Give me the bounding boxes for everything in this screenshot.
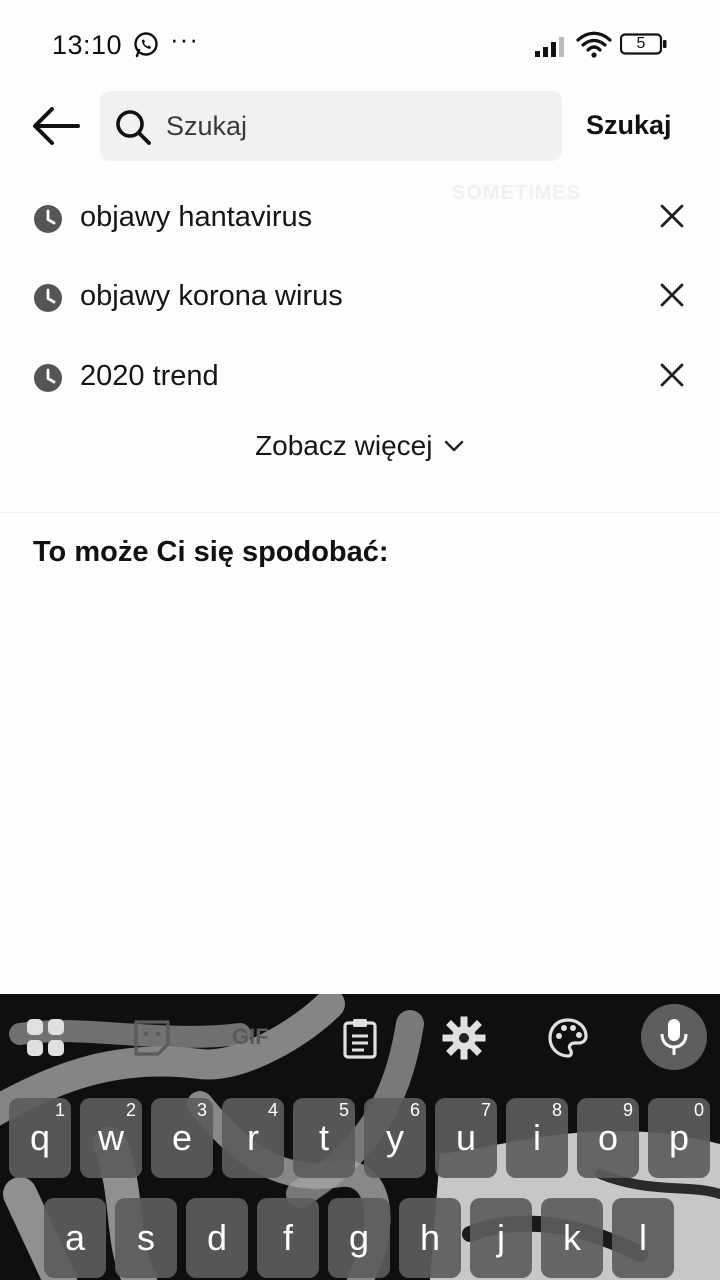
key-t[interactable]: t5: [293, 1098, 355, 1178]
key-number: 1: [54, 1100, 65, 1120]
key-label: a: [64, 1217, 86, 1258]
history-item-label: objawy korona wirus: [80, 280, 343, 312]
history-item[interactable]: objawy hantavirus: [0, 180, 720, 260]
key-label: f: [282, 1217, 293, 1258]
key-label: d: [206, 1217, 228, 1258]
voice-input-button[interactable]: [641, 1004, 707, 1070]
key-e[interactable]: e3: [151, 1098, 213, 1178]
clipboard-icon[interactable]: [338, 1016, 382, 1060]
divider: [0, 512, 720, 513]
key-k[interactable]: k: [541, 1198, 603, 1278]
key-number: 8: [551, 1100, 562, 1120]
history-item-label: objawy hantavirus: [80, 201, 313, 233]
battery-icon: 5: [620, 33, 668, 55]
key-i[interactable]: i8: [506, 1098, 568, 1178]
clock-icon: [34, 205, 62, 233]
key-number: 2: [125, 1100, 136, 1120]
key-w[interactable]: w2: [80, 1098, 142, 1178]
key-number: 3: [196, 1100, 207, 1120]
key-number: 9: [622, 1100, 633, 1120]
palette-icon[interactable]: [546, 1016, 590, 1060]
key-label: s: [137, 1217, 155, 1258]
battery-level: 5: [636, 35, 646, 52]
status-time: 13:10: [52, 30, 123, 60]
microphone-icon: [660, 1019, 688, 1055]
keyboard: GIF q1 w2 e3 r4 t5 y6 u7 i8 o9 p0 a s d …: [0, 994, 720, 1280]
settings-gear-icon[interactable]: [442, 1016, 486, 1060]
search-icon: [116, 110, 151, 145]
back-arrow-icon[interactable]: [30, 104, 82, 148]
close-icon[interactable]: [656, 200, 688, 232]
clock-icon: [34, 364, 62, 392]
key-h[interactable]: h: [399, 1198, 461, 1278]
gif-button[interactable]: GIF: [232, 1024, 269, 1050]
search-input[interactable]: [166, 91, 546, 161]
key-f[interactable]: f: [257, 1198, 319, 1278]
close-icon[interactable]: [656, 279, 688, 311]
see-more-label: Zobacz więcej: [255, 430, 433, 461]
key-q[interactable]: q1: [9, 1098, 71, 1178]
key-a[interactable]: a: [44, 1198, 106, 1278]
whatsapp-icon: [134, 32, 158, 58]
close-icon[interactable]: [656, 359, 688, 391]
key-j[interactable]: j: [470, 1198, 532, 1278]
history-item[interactable]: objawy korona wirus: [0, 259, 720, 339]
key-number: 5: [338, 1100, 349, 1120]
search-bar[interactable]: [100, 91, 562, 161]
key-l[interactable]: l: [612, 1198, 674, 1278]
sticker-icon[interactable]: [130, 1016, 174, 1060]
chevron-down-icon: [444, 440, 464, 452]
key-label: h: [419, 1217, 441, 1258]
key-y[interactable]: y6: [364, 1098, 426, 1178]
key-d[interactable]: d: [186, 1198, 248, 1278]
key-number: 6: [409, 1100, 420, 1120]
history-item-label: 2020 trend: [80, 360, 219, 392]
key-number: 4: [267, 1100, 278, 1120]
key-label: g: [348, 1217, 370, 1258]
key-u[interactable]: u7: [435, 1098, 497, 1178]
key-label: k: [563, 1217, 581, 1258]
key-p[interactable]: p0: [648, 1098, 710, 1178]
wifi-icon: [576, 31, 612, 58]
key-label: j: [497, 1217, 505, 1258]
see-more-button[interactable]: Zobacz więcej: [0, 430, 720, 480]
search-button[interactable]: Szukaj: [586, 110, 672, 141]
key-o[interactable]: o9: [577, 1098, 639, 1178]
suggestions-heading: To może Ci się spodobać:: [33, 536, 389, 568]
more-notifications-icon: ···: [170, 24, 199, 54]
clock-icon: [34, 284, 62, 312]
status-bar: 13:10 ··· 5: [0, 0, 720, 88]
cell-signal-icon: [535, 37, 564, 57]
key-label: l: [639, 1217, 647, 1258]
key-r[interactable]: r4: [222, 1098, 284, 1178]
key-g[interactable]: g: [328, 1198, 390, 1278]
key-number: 7: [480, 1100, 491, 1120]
apps-grid-icon[interactable]: [24, 1016, 68, 1060]
history-item[interactable]: 2020 trend: [0, 339, 720, 419]
key-number: 0: [693, 1100, 704, 1120]
key-s[interactable]: s: [115, 1198, 177, 1278]
